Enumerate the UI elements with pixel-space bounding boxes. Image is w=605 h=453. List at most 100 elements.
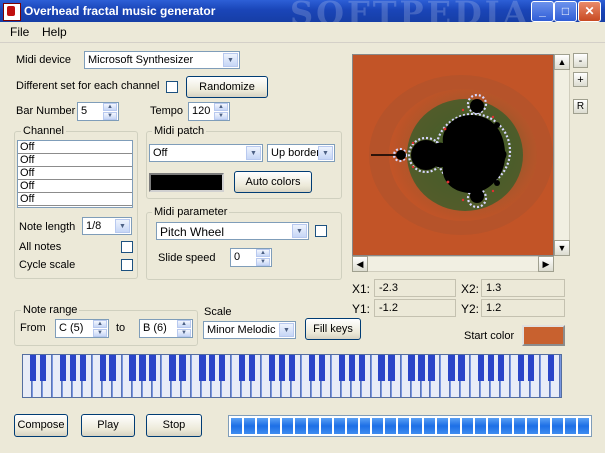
y1-field[interactable]: -1.2 [374, 299, 456, 317]
menu-help[interactable]: Help [42, 25, 67, 39]
spin-up-icon[interactable]: ▲ [256, 249, 270, 257]
midi-parameter-checkbox[interactable] [315, 225, 327, 237]
black-key[interactable] [99, 355, 106, 382]
midi-parameter-select[interactable]: Pitch Wheel ▼ [156, 222, 309, 240]
black-key[interactable] [348, 355, 355, 382]
zoom-out-button[interactable]: - [573, 53, 588, 68]
black-key[interactable] [139, 355, 146, 382]
stop-button[interactable]: Stop [146, 414, 202, 437]
randomize-button[interactable]: Randomize [186, 76, 268, 98]
midi-patch-select[interactable]: Off ▼ [149, 144, 263, 162]
black-key[interactable] [498, 355, 505, 382]
maximize-button[interactable]: □ [554, 1, 577, 22]
close-button[interactable]: ✕ [578, 1, 601, 22]
spin-down-icon[interactable]: ▼ [93, 329, 107, 337]
all-notes-checkbox[interactable] [121, 241, 133, 253]
black-key[interactable] [458, 355, 465, 382]
black-key[interactable] [478, 355, 485, 382]
black-key[interactable] [209, 355, 216, 382]
black-key[interactable] [547, 355, 555, 382]
cycle-scale-checkbox[interactable] [121, 259, 133, 271]
black-key[interactable] [268, 355, 276, 382]
channel-list[interactable]: Off Off Off Off Off [17, 140, 133, 208]
title-bar[interactable]: Overhead fractal music generator SOFTPED… [0, 0, 605, 32]
menu-file[interactable]: File [10, 25, 29, 39]
mandelbrot-image[interactable] [353, 55, 553, 255]
play-button[interactable]: Play [81, 414, 135, 437]
scroll-up-icon[interactable]: ▲ [554, 54, 570, 70]
black-key[interactable] [448, 355, 455, 382]
black-key[interactable] [488, 355, 495, 382]
chevron-down-icon[interactable]: ▼ [318, 146, 333, 160]
spin-down-icon[interactable]: ▼ [177, 329, 191, 337]
scroll-right-icon[interactable]: ▶ [538, 256, 554, 272]
black-key[interactable] [219, 355, 226, 382]
black-key[interactable] [408, 355, 415, 382]
black-key[interactable] [388, 355, 395, 382]
spin-up-icon[interactable]: ▲ [214, 103, 228, 111]
zoom-in-button[interactable]: + [573, 72, 588, 87]
black-key[interactable] [79, 355, 86, 382]
piano-keyboard[interactable] [22, 354, 562, 398]
border-select[interactable]: Up border ▼ [267, 144, 335, 162]
black-key[interactable] [338, 355, 345, 382]
black-key[interactable] [248, 355, 256, 382]
black-key[interactable] [278, 355, 286, 382]
chevron-down-icon[interactable]: ▼ [292, 224, 307, 238]
chevron-down-icon[interactable]: ▼ [279, 323, 294, 337]
scale-select[interactable]: Minor Melodic ▼ [203, 321, 296, 339]
black-key[interactable] [149, 355, 156, 382]
black-key[interactable] [179, 355, 186, 382]
scroll-down-icon[interactable]: ▼ [554, 240, 570, 256]
y2-field[interactable]: 1.2 [481, 299, 565, 317]
list-item[interactable]: Off [18, 141, 132, 154]
different-set-checkbox[interactable] [166, 81, 178, 93]
list-item[interactable]: Off [18, 154, 132, 167]
x2-field[interactable]: 1.3 [481, 279, 565, 297]
chevron-down-icon[interactable]: ▼ [246, 146, 261, 160]
black-key[interactable] [199, 355, 206, 382]
to-note-spinner[interactable]: B (6) ▲ ▼ [139, 319, 193, 338]
start-color-swatch[interactable] [522, 325, 565, 346]
bar-number-spinner[interactable]: 5 ▲ ▼ [77, 102, 119, 121]
spin-down-icon[interactable]: ▼ [256, 258, 270, 266]
compose-button[interactable]: Compose [14, 414, 68, 437]
minimize-button[interactable]: _ [531, 1, 554, 22]
black-key[interactable] [109, 355, 116, 382]
chevron-down-icon[interactable]: ▼ [223, 53, 238, 67]
black-key[interactable] [29, 355, 37, 382]
black-key[interactable] [318, 355, 326, 382]
app-icon[interactable] [3, 3, 21, 21]
black-key[interactable] [238, 355, 246, 382]
black-key[interactable] [527, 355, 535, 382]
list-item[interactable]: Off [18, 180, 132, 193]
reset-view-button[interactable]: R [573, 99, 588, 114]
patch-color-swatch[interactable] [149, 173, 224, 192]
spin-down-icon[interactable]: ▼ [214, 112, 228, 120]
list-item[interactable]: Off [18, 193, 132, 206]
spin-up-icon[interactable]: ▲ [177, 320, 191, 328]
black-key[interactable] [129, 355, 136, 382]
black-key[interactable] [428, 355, 435, 382]
spin-down-icon[interactable]: ▼ [103, 112, 117, 120]
scroll-left-icon[interactable]: ◀ [352, 256, 368, 272]
spin-up-icon[interactable]: ▲ [93, 320, 107, 328]
black-key[interactable] [378, 355, 385, 382]
black-key[interactable] [517, 355, 525, 382]
black-key[interactable] [169, 355, 176, 382]
black-key[interactable] [418, 355, 425, 382]
black-key[interactable] [59, 355, 67, 382]
slide-speed-spinner[interactable]: 0 ▲ ▼ [230, 248, 272, 267]
note-length-select[interactable]: 1/8 ▼ [82, 217, 132, 235]
tempo-spinner[interactable]: 120 ▲ ▼ [188, 102, 230, 121]
chevron-down-icon[interactable]: ▼ [115, 219, 130, 233]
x1-field[interactable]: -2.3 [374, 279, 456, 297]
fractal-view[interactable] [352, 54, 554, 256]
midi-device-select[interactable]: Microsoft Synthesizer ▼ [84, 51, 240, 69]
auto-colors-button[interactable]: Auto colors [234, 171, 312, 193]
fractal-horizontal-scrollbar[interactable]: ◀ ▶ [352, 256, 554, 272]
black-key[interactable] [69, 355, 76, 382]
from-note-spinner[interactable]: C (5) ▲ ▼ [55, 319, 109, 338]
fill-keys-button[interactable]: Fill keys [305, 318, 361, 340]
black-key[interactable] [39, 355, 47, 382]
